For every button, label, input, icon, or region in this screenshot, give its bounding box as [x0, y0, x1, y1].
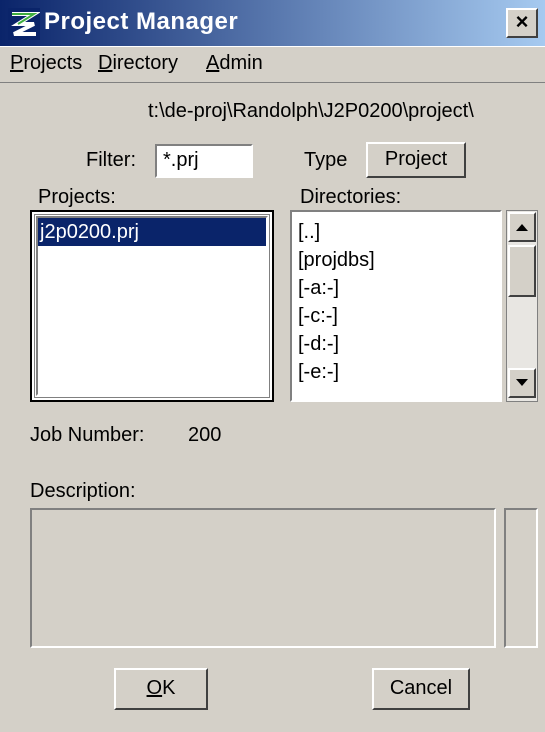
title-bar[interactable]: Project Manager ×: [0, 0, 545, 47]
description-scrollbar[interactable]: [504, 508, 538, 648]
scroll-up-button[interactable]: [508, 212, 536, 242]
close-button[interactable]: ×: [506, 8, 538, 38]
directories-label: Directories:: [300, 186, 402, 208]
filter-input[interactable]: *.prj: [155, 144, 253, 178]
project-item[interactable]: j2p0200.prj: [38, 218, 266, 246]
arrow-down-icon: [516, 379, 528, 386]
menu-bar: Projects Directory Admin: [0, 46, 545, 83]
scroll-down-button[interactable]: [508, 368, 536, 398]
directories-list[interactable]: [..] [projdbs] [-a:-] [-c:-] [-d:-] [-e:…: [290, 210, 502, 402]
current-path: t:\de-proj\Randolph\J2P0200\project\: [148, 100, 474, 122]
projects-list[interactable]: j2p0200.prj: [30, 210, 274, 402]
window-title: Project Manager: [44, 8, 239, 35]
arrow-up-icon: [516, 224, 528, 231]
directory-item[interactable]: [projdbs]: [298, 246, 494, 274]
job-number-label: Job Number:: [30, 424, 145, 446]
projects-list-inner: j2p0200.prj: [36, 216, 268, 396]
directory-item[interactable]: [..]: [298, 218, 494, 246]
close-icon: ×: [515, 9, 529, 34]
type-button[interactable]: Project: [366, 142, 466, 178]
filter-label: Filter:: [86, 149, 136, 171]
type-label: Type: [304, 149, 348, 171]
job-number-value: 200: [188, 424, 222, 446]
directories-scrollbar[interactable]: [506, 210, 538, 402]
directory-item[interactable]: [-e:-]: [298, 358, 494, 386]
ok-button[interactable]: OK: [114, 668, 208, 710]
app-icon: [8, 8, 40, 40]
directory-item[interactable]: [-c:-]: [298, 302, 494, 330]
scroll-thumb[interactable]: [508, 245, 536, 297]
cancel-button[interactable]: Cancel: [372, 668, 470, 710]
menu-directory[interactable]: Directory: [98, 52, 178, 75]
menu-projects[interactable]: Projects: [10, 52, 82, 75]
directory-item[interactable]: [-a:-]: [298, 274, 494, 302]
menu-admin[interactable]: Admin: [206, 52, 263, 75]
directory-item[interactable]: [-d:-]: [298, 330, 494, 358]
description-field[interactable]: [30, 508, 496, 648]
projects-label: Projects:: [38, 186, 116, 208]
description-label: Description:: [30, 480, 136, 502]
